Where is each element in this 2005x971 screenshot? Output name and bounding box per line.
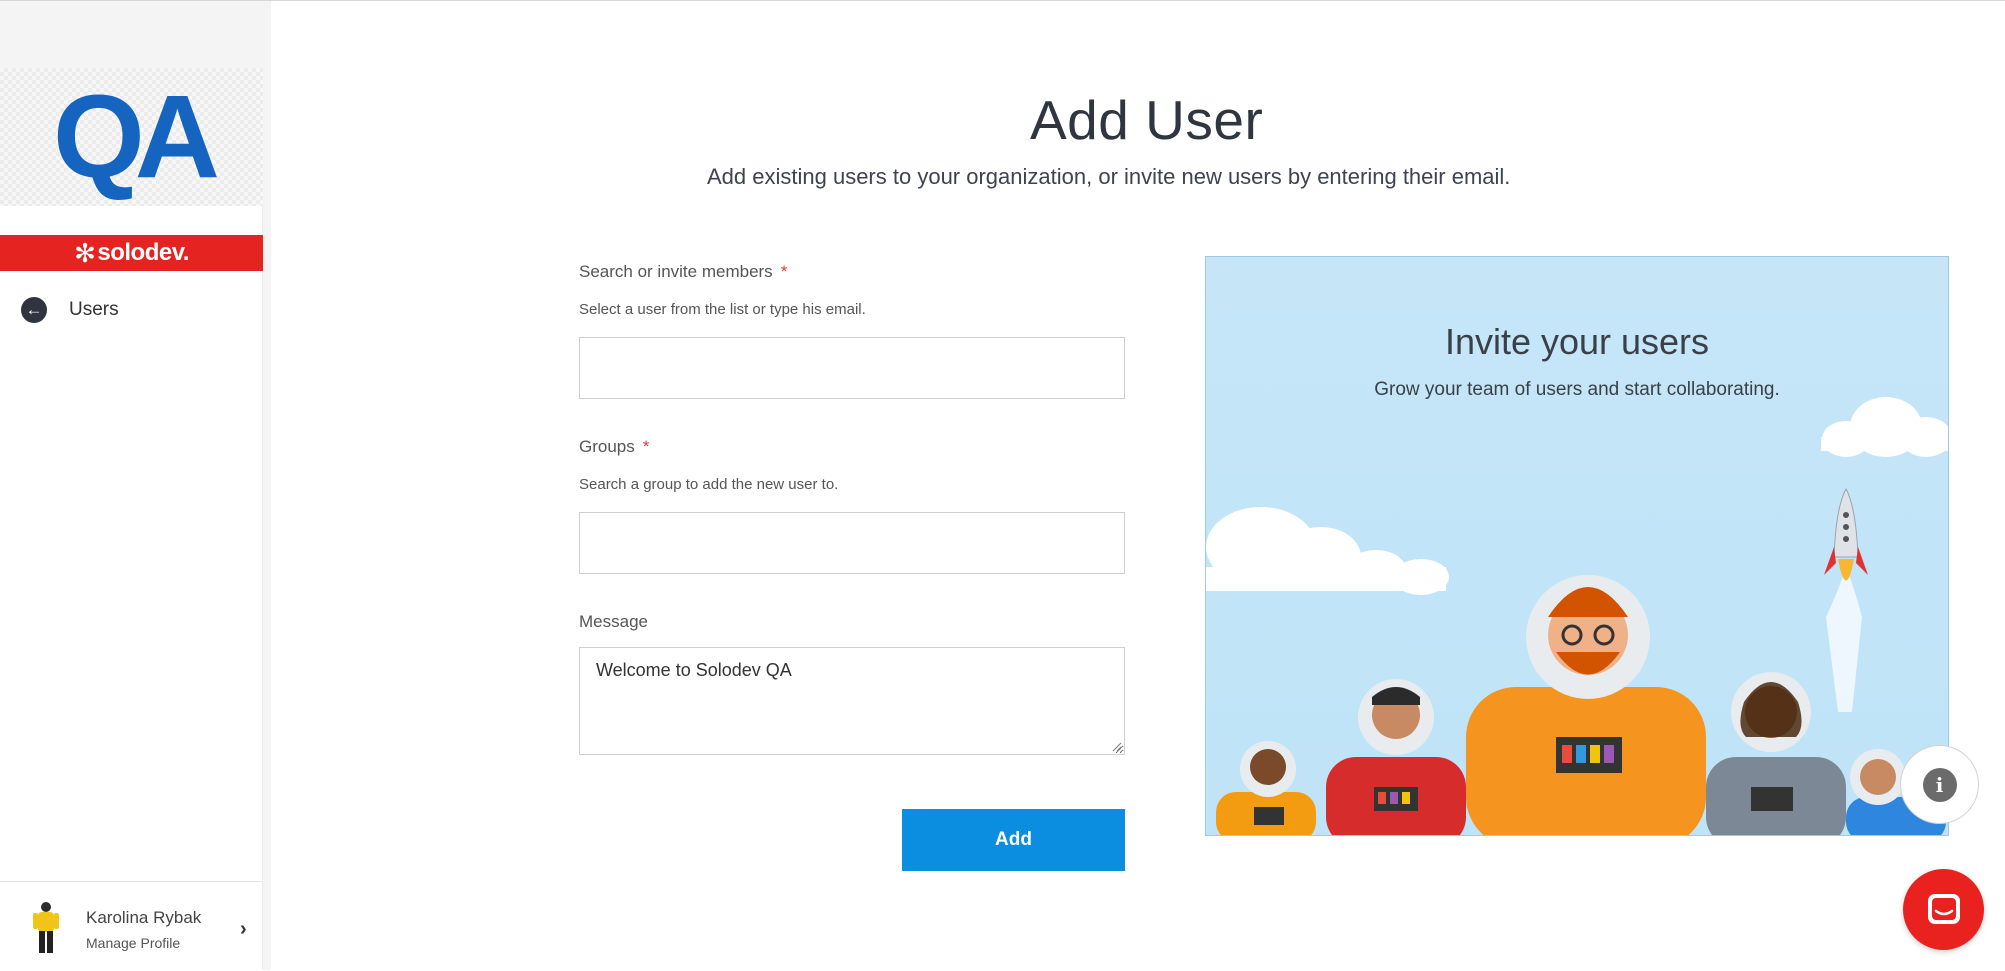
astronaut-4 xyxy=(1706,672,1846,835)
panel-title: Invite your users xyxy=(1444,321,1710,362)
required-mark: * xyxy=(642,437,650,456)
groups-search-input[interactable] xyxy=(579,512,1125,574)
members-help: Select a user from the list or type his … xyxy=(579,301,866,318)
chat-launcher-button[interactable] xyxy=(1903,869,1984,950)
page-title: Add User xyxy=(1030,89,1264,151)
sidebar-gutter xyxy=(263,1,271,970)
astronaut-3 xyxy=(1466,575,1706,835)
sidebar-header-spacer xyxy=(0,1,263,68)
invite-illustration-panel: Invite your users Grow your team of user… xyxy=(1205,256,1949,836)
page-subtitle: Add existing users to your organization,… xyxy=(707,164,1511,189)
resize-handle-icon[interactable] xyxy=(1112,742,1122,752)
profile-menu[interactable]: Karolina Rybak Manage Profile › xyxy=(0,881,263,971)
groups-help: Search a group to add the new user to. xyxy=(579,476,839,493)
organization-logo: QA xyxy=(0,68,263,206)
solodev-burst-icon: ✻ xyxy=(74,237,96,268)
info-icon: i xyxy=(1922,767,1957,802)
top-border xyxy=(0,0,2005,1)
cloud-left xyxy=(1206,507,1449,595)
nav-back-label: Users xyxy=(69,299,119,320)
avatar xyxy=(33,902,59,953)
groups-label: Groups * xyxy=(579,437,649,457)
chevron-right-icon[interactable]: › xyxy=(240,918,247,941)
nav-back-users[interactable]: ← Users xyxy=(21,295,251,325)
members-search-input[interactable] xyxy=(579,337,1125,399)
panel-subtitle: Grow your team of users and start collab… xyxy=(1374,379,1780,400)
groups-label-text: Groups xyxy=(579,437,635,456)
profile-name: Karolina Rybak xyxy=(86,908,202,927)
cloud-right xyxy=(1821,397,1948,457)
members-label-text: Search or invite members xyxy=(579,262,773,281)
message-label: Message xyxy=(579,612,648,631)
logo-text: QA xyxy=(53,71,220,203)
required-mark: * xyxy=(780,262,788,281)
astronaut-2 xyxy=(1326,679,1466,835)
chat-icon xyxy=(1927,893,1960,924)
add-button[interactable]: Add xyxy=(902,809,1125,871)
back-arrow-icon: ← xyxy=(21,297,47,323)
message-textarea[interactable]: Welcome to Solodev QA xyxy=(579,647,1125,755)
sidebar: QA ✻ solodev. ← Users Karolina Rybak Man… xyxy=(0,1,263,970)
astronaut-1 xyxy=(1216,741,1316,835)
rocket-icon xyxy=(1824,487,1868,712)
solodev-brand-bar: ✻ solodev. xyxy=(0,235,263,271)
brand-name: solodev. xyxy=(97,239,189,266)
manage-profile-link[interactable]: Manage Profile xyxy=(86,935,180,951)
members-label: Search or invite members * xyxy=(579,262,787,282)
info-button[interactable]: i xyxy=(1900,745,1979,824)
